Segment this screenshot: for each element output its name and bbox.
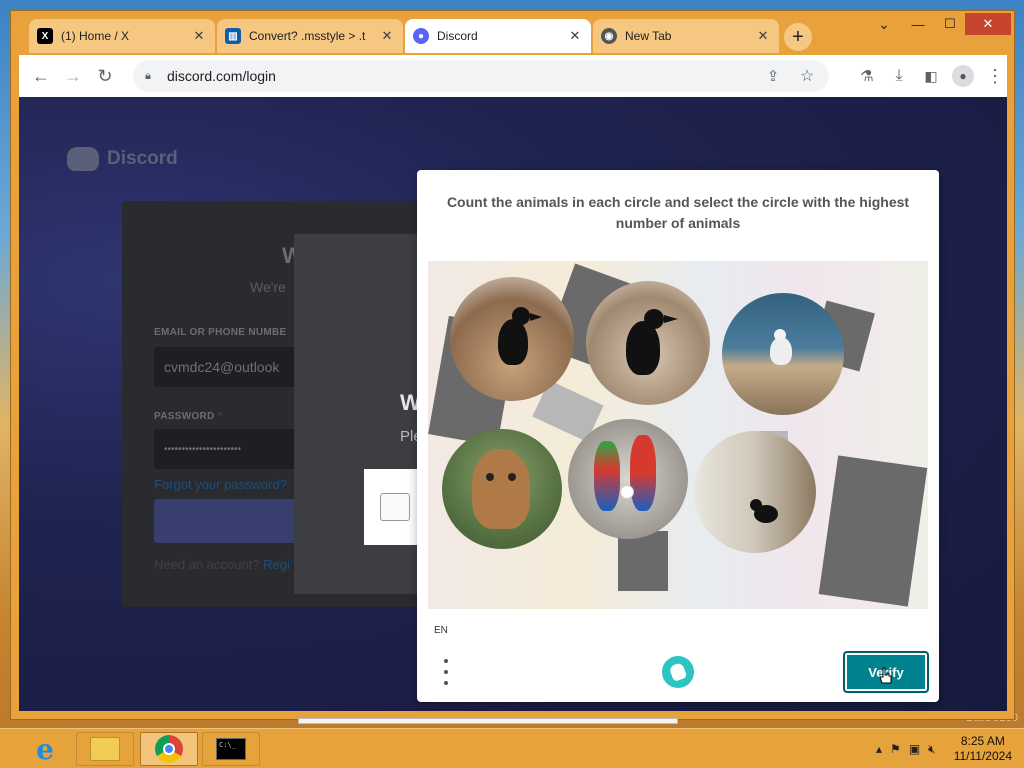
captcha-prompt: Count the animals in each circle and sel… [446,194,910,231]
email-label: EMAIL OR PHONE NUMBE [154,327,287,338]
forgot-password-link[interactable]: Forgot your password? [154,477,287,492]
language-selector[interactable]: EN [434,625,448,636]
need-account-text: Need an account? Regi [154,557,290,572]
volume-muted-icon[interactable]: 🔇︎ [928,742,936,757]
captcha-menu-icon[interactable] [441,659,451,685]
captcha-dialog: Count the animals in each circle and sel… [417,170,939,702]
url-text: discord.com/login [167,68,276,84]
show-hidden-icons-icon[interactable]: ▴ [876,742,882,756]
address-bar[interactable]: 🔒︎ discord.com/login ⇪ ☆ [133,60,829,92]
circle-option-3[interactable] [722,293,844,415]
close-icon[interactable]: ✕ [567,28,583,44]
tab-title: (1) Home / X [61,29,130,43]
hcaptcha-logo-icon [662,656,694,688]
folder-icon [90,737,120,761]
browser-toolbar: ← → ↻ 🔒︎ discord.com/login ⇪ ☆ ⚗ ⤓ ◧ ● ⋮ [19,55,1007,97]
tab-discord[interactable]: ● Discord ✕ [405,19,591,53]
tab-x-home[interactable]: X (1) Home / X ✕ [29,19,215,53]
circle-option-2[interactable] [586,281,710,405]
flask-icon[interactable]: ⚗ [851,60,883,92]
selection-dot [620,485,634,499]
command-prompt-icon: C:\_ [216,738,246,760]
tab-strip: X (1) Home / X ✕ ▥ Convert? .msstyle > .… [11,11,1014,55]
maximize-button[interactable]: ☐ [933,13,967,35]
system-tray: ▴ ⚑ ▣ 🔇︎ 8:25 AM 11/11/2024 [876,729,1012,768]
more-menu-icon[interactable]: ⋮ [979,60,1011,92]
circle-option-6[interactable] [694,431,816,553]
profile-avatar[interactable]: ● [947,60,979,92]
trello-icon: ▥ [225,28,241,44]
lock-icon: 🔒︎ [145,69,151,82]
welcome-subtitle: We're [250,279,286,295]
discord-logo-text: Discord [107,148,178,169]
tab-convert[interactable]: ▥ Convert? .msstyle > .t ✕ [217,19,403,53]
close-window-button[interactable]: ✕ [965,13,1011,35]
discord-icon: ● [413,28,429,44]
star-icon[interactable]: ☆ [793,60,821,92]
register-link[interactable]: Regi [263,557,290,572]
share-icon[interactable]: ⇪ [759,60,787,92]
tab-search-icon[interactable]: ⌄ [867,13,901,35]
new-tab-button[interactable]: + [784,23,812,51]
password-label: PASSWORD * [154,411,222,422]
decor-shape [818,455,928,607]
internet-explorer-icon[interactable]: e [25,733,65,766]
chrome-icon: ◉ [601,28,617,44]
close-icon[interactable]: ✕ [379,28,395,44]
discord-mark-icon [67,147,99,171]
challenge-image [428,261,928,609]
side-panel-icon[interactable]: ◧ [915,60,947,92]
taskbar-file-explorer[interactable] [76,732,134,766]
back-arrow-icon[interactable]: ← [25,60,57,92]
reload-icon[interactable]: ↻ [89,60,121,92]
circle-option-1[interactable] [450,277,574,401]
taskbar-chrome[interactable] [140,732,198,766]
chrome-icon [155,735,183,763]
circle-option-5[interactable] [568,419,688,539]
tab-new-tab[interactable]: ◉ New Tab ✕ [593,19,779,53]
forward-arrow-icon[interactable]: → [57,60,89,92]
clock-time: 8:25 AM [960,734,1005,748]
clock[interactable]: 8:25 AM 11/11/2024 [954,734,1012,764]
close-icon[interactable]: ✕ [191,28,207,44]
download-icon[interactable]: ⤓ [883,60,915,92]
tab-title: Discord [437,29,478,43]
minimize-button[interactable]: — [901,13,935,35]
taskbar: e C:\_ ▴ ⚑ ▣ 🔇︎ 8:25 AM 11/11/2024 [0,728,1024,768]
tab-title: Convert? .msstyle > .t [249,29,366,43]
x-logo-icon: X [37,28,53,44]
taskbar-cmd[interactable]: C:\_ [202,732,260,766]
network-icon[interactable]: ▣ [909,742,920,756]
hand-cursor-icon [879,667,892,684]
clock-date: 11/11/2024 [953,749,1012,763]
circle-option-4[interactable] [442,429,562,549]
tab-title: New Tab [625,29,672,43]
horizontal-scrollbar[interactable] [298,718,678,724]
discord-logo: Discord [67,147,178,171]
flag-icon[interactable]: ⚑ [890,742,901,756]
decor-shape [618,531,668,591]
captcha-checkbox[interactable] [380,493,410,521]
close-icon[interactable]: ✕ [755,28,771,44]
